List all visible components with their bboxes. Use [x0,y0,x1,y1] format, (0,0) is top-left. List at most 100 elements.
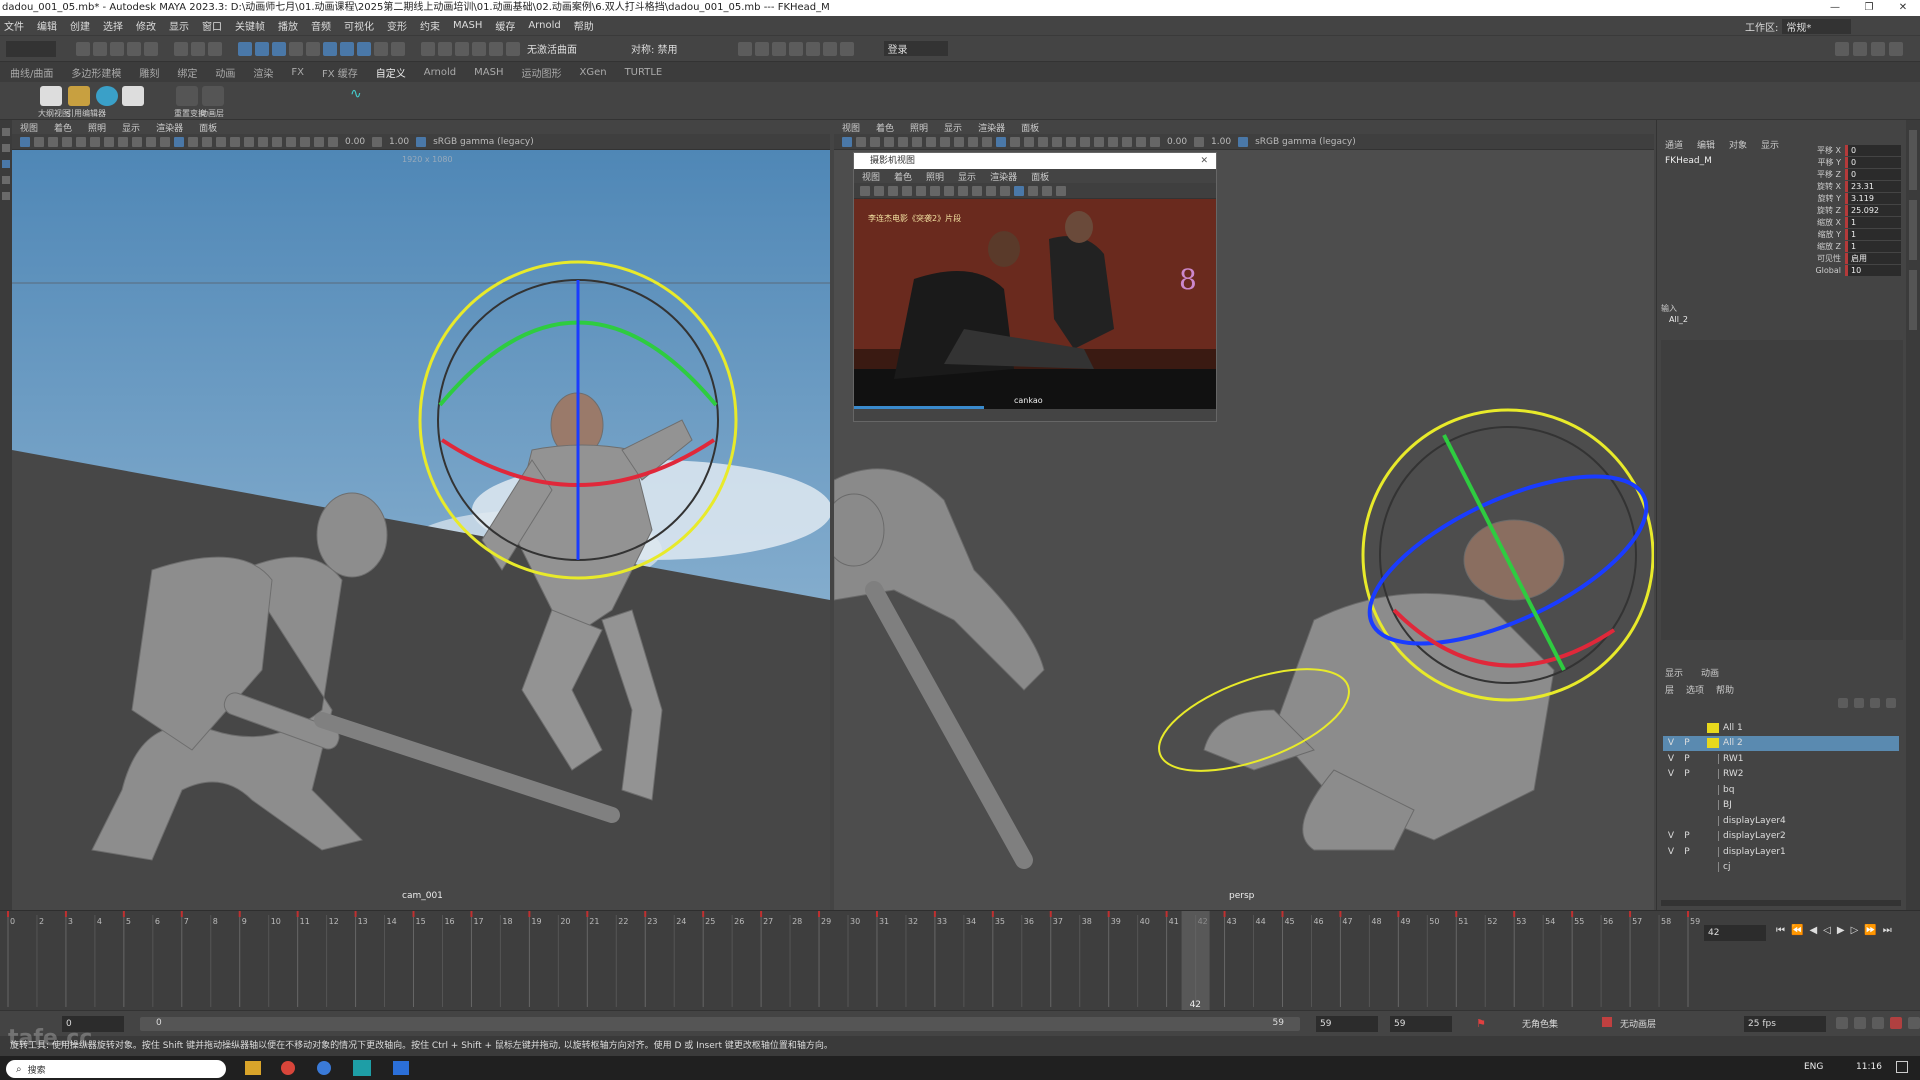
film-gate-icon[interactable] [90,136,100,147]
vp-menu-lighting[interactable]: 照明 [88,121,106,134]
select-by-dynamics-icon[interactable] [323,41,337,56]
menu-audio[interactable]: 音频 [311,18,331,33]
select-by-handle-icon[interactable] [238,41,252,56]
make-live-icon[interactable] [506,41,520,56]
layer-color-swatch[interactable] [1707,784,1719,795]
keyframe-marker[interactable] [644,911,647,917]
channel-row[interactable]: 旋转 Y 3.119 [1807,192,1901,204]
popup-tool10-icon[interactable] [986,185,996,196]
render-current-icon[interactable] [754,41,769,56]
channel-value[interactable]: 0 [1845,156,1901,168]
layer-row[interactable]: cj [1663,860,1899,875]
exposure-icon[interactable] [328,136,338,147]
camera-select-icon[interactable] [20,136,30,147]
shelf-tab-motion-graphics[interactable]: 运动图形 [521,65,561,80]
open-scene-icon[interactable] [93,41,107,56]
layer-color-swatch[interactable] [1707,815,1719,826]
layer-playback-toggle[interactable]: P [1679,754,1695,764]
safe-action2-icon[interactable] [968,136,978,147]
resolution-gate-icon[interactable] [104,136,114,147]
maximize-button[interactable]: ❐ [1852,0,1886,16]
vp2-menu-panels[interactable]: 面板 [1021,121,1039,134]
keyframe-marker[interactable] [991,911,994,917]
popup-tool11-icon[interactable] [1000,185,1010,196]
popup-menu-lighting[interactable]: 照明 [926,170,944,183]
layer-visibility-toggle[interactable]: V [1663,754,1679,764]
move-layer-down-icon[interactable] [1854,698,1864,708]
snap-projected-icon[interactable] [472,41,486,56]
default-material-icon[interactable] [188,136,198,147]
keyframe-marker[interactable] [354,911,357,917]
channel-row[interactable]: 旋转 X 23.31 [1807,180,1901,192]
channel-value[interactable]: 0 [1845,144,1901,156]
select-tool-icon[interactable] [2,128,10,136]
color-space2-label[interactable]: sRGB gamma (legacy) [1255,137,1356,147]
layer-row[interactable]: V PdisplayLayer1 [1663,844,1899,859]
snap-grid-icon[interactable] [421,41,435,56]
popup-tool8-icon[interactable] [958,185,968,196]
select-object-icon[interactable] [191,41,205,56]
fps-dropdown[interactable]: 25 fps [1744,1016,1826,1032]
shadows2-icon[interactable] [1052,136,1062,147]
layer-row[interactable]: V P All 2 [1663,735,1899,751]
range-bar[interactable]: 0 59 [140,1017,1300,1031]
menu-create[interactable]: 创建 [70,18,90,33]
popup-close-icon[interactable]: ✕ [1200,153,1208,169]
color-space-label[interactable]: sRGB gamma (legacy) [433,137,534,147]
pause-icon[interactable] [839,41,854,56]
gamma2-icon[interactable] [1194,136,1205,147]
menu-constrain[interactable]: 约束 [420,18,440,33]
new-scene-icon[interactable] [76,41,90,56]
keyframe-marker[interactable] [760,911,763,917]
keyframe-marker[interactable] [702,911,705,917]
close-button[interactable]: ✕ [1886,0,1920,16]
layer-visibility-toggle[interactable]: V [1663,769,1679,779]
wireframe2-icon[interactable] [982,136,992,147]
menu-key[interactable]: 关键帧 [235,18,265,33]
arnold-render-icon[interactable] [822,41,837,56]
shelf-tab-fx-cache[interactable]: FX 缓存 [322,65,358,80]
wireframe-icon[interactable] [160,136,170,147]
sphere-icon[interactable] [96,86,118,106]
lights2-icon[interactable] [1038,136,1048,147]
grid-icon[interactable] [76,136,86,147]
channel-row[interactable]: 缩放 Z 1 [1807,240,1901,252]
layer-row[interactable]: bq [1663,782,1899,797]
textured2-icon[interactable] [1024,136,1034,147]
popup-menu-shading[interactable]: 着色 [894,170,912,183]
popup-menu-view[interactable]: 视图 [862,170,880,183]
motion-blur-icon[interactable] [258,136,268,147]
layer-menu-layers[interactable]: 层 [1665,683,1674,696]
channel-menu-edit[interactable]: 编辑 [1697,138,1715,151]
select-component-icon[interactable] [208,41,222,56]
reset-transform-icon[interactable] [176,86,198,106]
channel-menu-channels[interactable]: 通道 [1665,138,1683,151]
menu-deform[interactable]: 变形 [387,18,407,33]
step-back-key-icon[interactable]: ⏪ [1791,925,1803,936]
keyframe-marker[interactable] [1513,911,1516,917]
popup-menu-renderer[interactable]: 渲染器 [990,170,1017,183]
select-by-surface-icon[interactable] [289,41,303,56]
menu-playback[interactable]: 播放 [278,18,298,33]
shelf-tab-mash[interactable]: MASH [474,67,503,78]
vp-menu-panels[interactable]: 面板 [199,121,217,134]
keyframe-marker[interactable] [296,911,299,917]
menu-help[interactable]: 帮助 [574,18,594,33]
select-by-render-icon[interactable] [340,41,354,56]
attribute-editor-tab[interactable] [1909,130,1917,190]
layer-visibility-toggle[interactable]: V [1663,738,1679,748]
mode-dropdown[interactable] [6,40,56,57]
sound-icon[interactable] [1872,1017,1884,1029]
bookmark-icon[interactable] [48,136,58,147]
layer-menu-help[interactable]: 帮助 [1716,683,1734,696]
channel-row[interactable]: Global 10 [1807,264,1901,276]
channel-value[interactable]: 23.31 [1845,180,1901,192]
redo-icon[interactable] [144,41,158,56]
default-material2-icon[interactable] [1010,136,1020,147]
vp-menu-shading[interactable]: 着色 [54,121,72,134]
channel-value[interactable]: 3.119 [1845,192,1901,204]
xray-icon[interactable] [300,136,310,147]
keyframe-marker[interactable] [586,911,589,917]
popup-menu-show[interactable]: 显示 [958,170,976,183]
scale-tool-icon[interactable] [2,192,10,200]
